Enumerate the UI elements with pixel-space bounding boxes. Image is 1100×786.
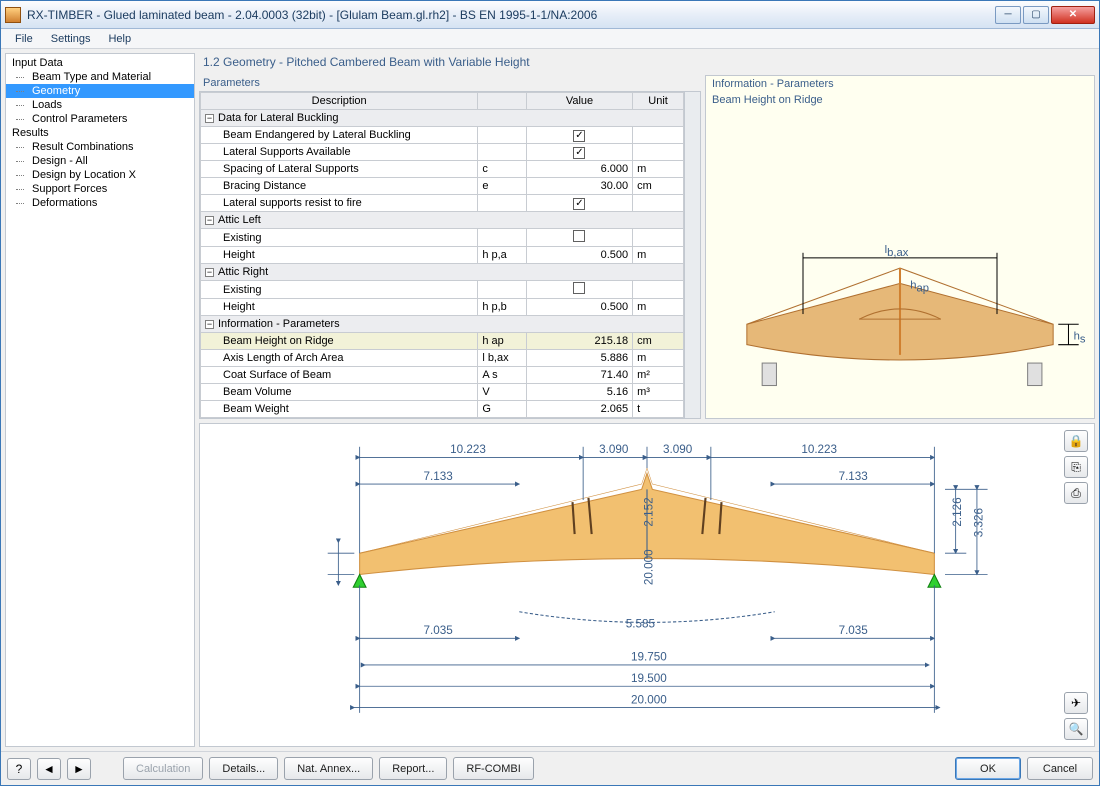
table-row: Lateral supports resist to fire✓ (201, 195, 684, 212)
table-row: Beam VolumeV5.16m³ (201, 384, 684, 401)
expand-icon[interactable]: − (205, 320, 214, 329)
nav-loads[interactable]: Loads (6, 98, 194, 112)
svg-text:10.223: 10.223 (450, 443, 486, 456)
close-button[interactable]: ✕ (1051, 6, 1095, 24)
menu-file[interactable]: File (7, 31, 41, 47)
info-subtitle: Beam Height on Ridge (706, 92, 1094, 108)
ok-button[interactable]: OK (955, 757, 1021, 780)
svg-text:7.133: 7.133 (424, 470, 453, 483)
expand-icon[interactable]: − (205, 268, 214, 277)
page-title: 1.2 Geometry - Pitched Cambered Beam wit… (199, 53, 1095, 71)
checkbox[interactable] (573, 282, 585, 294)
minimize-button[interactable]: ─ (995, 6, 1021, 24)
col-description[interactable]: Description (201, 93, 478, 110)
checkbox[interactable]: ✓ (573, 198, 585, 210)
report-button[interactable]: Report... (379, 757, 447, 780)
calculation-button[interactable]: Calculation (123, 757, 203, 780)
nav-geometry[interactable]: Geometry (6, 84, 194, 98)
nav-control-params[interactable]: Control Parameters (6, 112, 194, 126)
nav-group-results: Results (6, 126, 194, 140)
svg-text:3.326: 3.326 (972, 508, 985, 537)
table-row-selected: Beam Height on Ridgeh ap215.18cm (201, 333, 684, 350)
info-panel: Information - Parameters Beam Height on … (705, 75, 1095, 419)
parameters-label: Parameters (199, 75, 701, 91)
col-value[interactable]: Value (526, 93, 632, 110)
details-button[interactable]: Details... (209, 757, 278, 780)
title-bar[interactable]: RX-TIMBER - Glued laminated beam - 2.04.… (1, 1, 1099, 29)
nav-group-input: Input Data (6, 56, 194, 70)
info-diagram: lb,ax hap hs (706, 108, 1094, 418)
info-title: Information - Parameters (706, 76, 1094, 92)
svg-text:2.126: 2.126 (951, 497, 964, 526)
table-row: Existing (201, 229, 684, 247)
svg-text:2.152: 2.152 (642, 497, 655, 526)
nav-design-location[interactable]: Design by Location X (6, 168, 194, 182)
svg-text:19.500: 19.500 (631, 672, 667, 685)
nav-design-all[interactable]: Design - All (6, 154, 194, 168)
table-row: Coat Surface of BeamA s71.40m² (201, 367, 684, 384)
menu-help[interactable]: Help (100, 31, 139, 47)
footer-bar: ? ◄ ► Calculation Details... Nat. Annex.… (1, 751, 1099, 785)
svg-text:lb,ax: lb,ax (885, 244, 909, 259)
expand-icon[interactable]: − (205, 216, 214, 225)
table-row: Heighth p,a0.500m (201, 247, 684, 264)
svg-text:3.090: 3.090 (599, 443, 629, 456)
beam-drawing-svg: 10.223 3.090 3.090 10.223 7.133 7.133 5.… (200, 424, 1094, 746)
table-row: Spacing of Lateral Supportsc6.000m (201, 161, 684, 178)
svg-text:20.000: 20.000 (631, 693, 667, 706)
nav-result-combinations[interactable]: Result Combinations (6, 140, 194, 154)
nat-annex-button[interactable]: Nat. Annex... (284, 757, 373, 780)
checkbox[interactable]: ✓ (573, 147, 585, 159)
table-row: Beam Endangered by Lateral Buckling✓ (201, 127, 684, 144)
rf-combi-button[interactable]: RF-COMBI (453, 757, 533, 780)
expand-icon[interactable]: − (205, 114, 214, 123)
window-title: RX-TIMBER - Glued laminated beam - 2.04.… (27, 8, 995, 22)
col-unit[interactable]: Unit (633, 93, 684, 110)
lock-icon[interactable]: 🔒 (1064, 430, 1088, 452)
svg-text:10.223: 10.223 (801, 443, 837, 456)
svg-text:7.035: 7.035 (424, 624, 454, 637)
maximize-button[interactable]: ▢ (1023, 6, 1049, 24)
svg-text:hs: hs (1074, 331, 1086, 346)
cancel-button[interactable]: Cancel (1027, 757, 1093, 780)
svg-text:3.090: 3.090 (663, 443, 693, 456)
zoom-icon[interactable]: 🔍 (1064, 718, 1088, 740)
tool-icon[interactable]: ✈ (1064, 692, 1088, 714)
svg-text:7.035: 7.035 (839, 624, 869, 637)
parameters-table[interactable]: Description Value Unit −Data for Lateral… (200, 92, 684, 418)
app-window: RX-TIMBER - Glued laminated beam - 2.04.… (0, 0, 1100, 786)
menu-settings[interactable]: Settings (43, 31, 99, 47)
help-icon[interactable]: ? (7, 758, 31, 780)
copy-icon[interactable]: ⎘ (1064, 456, 1088, 478)
svg-text:19.750: 19.750 (631, 651, 667, 664)
svg-text:5.585: 5.585 (626, 618, 656, 631)
next-icon[interactable]: ► (67, 758, 91, 780)
svg-text:20.000: 20.000 (642, 549, 655, 585)
nav-deformations[interactable]: Deformations (6, 196, 194, 210)
parameters-panel: Parameters Description Value Unit −Data (199, 75, 701, 419)
prev-icon[interactable]: ◄ (37, 758, 61, 780)
table-row: Existing (201, 281, 684, 299)
app-icon (5, 7, 21, 23)
nav-beam-type[interactable]: Beam Type and Material (6, 70, 194, 84)
table-row: Beam WeightG2.065t (201, 401, 684, 418)
svg-text:7.133: 7.133 (839, 470, 868, 483)
menu-bar: File Settings Help (1, 29, 1099, 49)
scrollbar[interactable] (684, 92, 700, 418)
main-drawing[interactable]: 🔒 ⎘ ⎙ ✈ 🔍 (199, 423, 1095, 747)
col-symbol[interactable] (478, 93, 527, 110)
checkbox[interactable] (573, 230, 585, 242)
nav-support-forces[interactable]: Support Forces (6, 182, 194, 196)
table-row: Axis Length of Arch Areal b,ax5.886m (201, 350, 684, 367)
navigation-tree[interactable]: Input Data Beam Type and Material Geomet… (5, 53, 195, 747)
checkbox[interactable]: ✓ (573, 130, 585, 142)
table-row: Heighth p,b0.500m (201, 299, 684, 316)
table-row: Bracing Distancee30.00cm (201, 178, 684, 195)
table-row: Lateral Supports Available✓ (201, 144, 684, 161)
paste-icon[interactable]: ⎙ (1064, 482, 1088, 504)
